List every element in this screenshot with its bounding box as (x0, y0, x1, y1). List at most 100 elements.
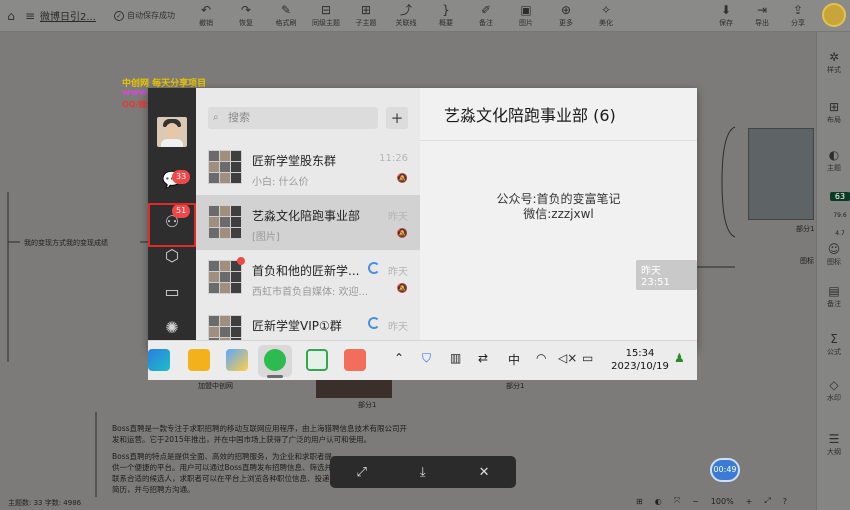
boss-paragraph-1: Boss直聘是一款专注于求职招聘的移动互联网应用程序，由上海猎聘信息技术有限公司… (112, 424, 408, 444)
transfer-icon[interactable]: ⇄ (478, 351, 488, 365)
summary-button[interactable]: } 概要 (426, 2, 466, 28)
more-button[interactable]: ⊕ 更多 (546, 2, 586, 28)
chat-preview: 小白: 什么价 (252, 177, 309, 188)
box-icon[interactable]: ⬡ (148, 246, 196, 265)
search-icon: ⌕ (213, 112, 219, 123)
sidebar-item-label: 公式 (827, 348, 841, 356)
sidebar-item-icon-library[interactable]: ☺ 图标 (817, 242, 850, 267)
message-timestamp: 昨天 23:51 (636, 260, 697, 290)
close-icon[interactable]: ✕ (479, 465, 490, 480)
ime-indicator[interactable]: 中 (508, 351, 520, 368)
beautify-button[interactable]: ✧ 美化 (586, 2, 626, 28)
sidebar-item-formula[interactable]: Σ 公式 (817, 332, 850, 357)
topic-label-part-mid[interactable]: 部分1 (506, 381, 524, 391)
layout-icon: ⊞ (828, 100, 840, 114)
save-button[interactable]: ⬇ 保存 (708, 2, 744, 28)
image-button[interactable]: ▣ 图片 (506, 2, 546, 28)
save-icon: ⬇ (720, 3, 732, 17)
zoom-in-icon[interactable]: + (746, 497, 753, 506)
relation-line-button[interactable]: ⤴ 关联线 (386, 2, 426, 28)
paint-app-icon[interactable] (226, 349, 248, 371)
contacts-highlight-box (148, 203, 196, 247)
topic-label-part-bottom[interactable]: 部分1 (358, 400, 376, 410)
clock-date: 2023/10/19 (611, 361, 669, 372)
share-button[interactable]: ⇪ 分享 (780, 2, 816, 28)
theme-toggle-icon[interactable]: ◐ (655, 497, 662, 506)
chats-unread-badge: 33 (172, 170, 191, 184)
outline-icon: ☰ (828, 432, 840, 446)
side-badge-3: 4.7 (835, 230, 845, 237)
export-icon: ⇥ (756, 3, 768, 17)
grid-icon[interactable]: ⊞ (636, 497, 643, 506)
notes-app-icon[interactable] (188, 349, 210, 371)
speaker-muted-icon[interactable]: ◁× (558, 351, 577, 365)
chat-name: 艺淼文化陪跑事业部 (252, 209, 361, 223)
zoom-level[interactable]: 100% (711, 497, 734, 506)
shield-icon[interactable]: ⛉ (422, 351, 431, 366)
help-icon[interactable]: ? (783, 497, 787, 506)
sibling-topic-button[interactable]: ⊟ 同级主题 (306, 2, 346, 28)
notification-bell-icon[interactable]: ♟ (674, 351, 685, 365)
search-placeholder: 搜索 (228, 111, 250, 124)
recorder-app-icon[interactable] (344, 349, 366, 371)
topic-label-join[interactable]: 加盟中创网 (198, 381, 233, 391)
side-badge-2: 79.6 (833, 212, 847, 219)
menu-icon[interactable]: ≡ (22, 9, 38, 23)
recording-timer[interactable]: 00:49 (710, 458, 740, 482)
image-icon: ▣ (520, 3, 532, 17)
tool-label: 保存 (719, 19, 733, 27)
download-icon[interactable]: ⤓ (420, 465, 426, 480)
topic-image-thumbnail[interactable] (748, 128, 814, 220)
home-icon[interactable]: ⌂ (0, 9, 22, 23)
screen-app-icon[interactable] (306, 349, 328, 371)
side-badge-1: 63 (830, 192, 850, 201)
my-avatar[interactable] (157, 117, 187, 147)
chat-time: 昨天 (388, 322, 408, 333)
sibling-topic-icon: ⊟ (320, 3, 332, 17)
fullscreen-icon[interactable]: ⤢ (356, 465, 366, 480)
folder-icon[interactable]: ▭ (148, 282, 196, 301)
sidebar-item-outline[interactable]: ☰ 大纲 (817, 432, 850, 457)
child-topic-button[interactable]: ⊞ 子主题 (346, 2, 386, 28)
video-watermark: 公众号:首负的变富笔记 微信:zzzjxwl (420, 192, 697, 222)
branch-topic-monetization[interactable]: 我的变现方式我的变现成绩 (24, 238, 108, 248)
note-button[interactable]: ✐ 备注 (466, 2, 506, 28)
sidebar-item-remark[interactable]: ▤ 备注 (817, 284, 850, 309)
theme-icon: ◐ (828, 148, 840, 162)
fit-icon[interactable]: ⤧ (674, 496, 680, 506)
chat-item[interactable]: 首负和他的匠新学... 西虹市首负自媒体: 欢迎... 昨天 🔕 (196, 250, 420, 305)
mute-bell-icon: 🔕 (396, 229, 408, 239)
meter-icon[interactable]: ▥ (450, 351, 461, 365)
sidebar-item-style[interactable]: ✲ 样式 (817, 50, 850, 75)
battery-icon[interactable]: ▭ (582, 351, 593, 365)
chat-name: 首负和他的匠新学... (252, 264, 360, 278)
sidebar-icon-label: 图标 (800, 257, 814, 265)
tool-label: 恢复 (239, 19, 253, 27)
chevron-up-icon[interactable]: ⌃ (394, 351, 404, 365)
add-button[interactable]: + (386, 107, 408, 129)
document-title[interactable]: 微博日引2... (40, 8, 110, 23)
topic-label-part[interactable]: 部分1 (796, 224, 814, 234)
search-input[interactable]: ⌕ 搜索 (208, 107, 378, 129)
undo-button[interactable]: ↶ 撤销 (186, 2, 226, 28)
sidebar-item-layout[interactable]: ⊞ 布局 (817, 100, 850, 125)
wifi-icon[interactable]: ◠ (536, 351, 546, 365)
tool-label: 撤销 (199, 19, 213, 27)
sidebar-item-theme[interactable]: ◐ 主题 (817, 148, 850, 173)
moments-icon[interactable]: ✺ (148, 318, 196, 337)
chat-item[interactable]: 匠新学堂股东群 小白: 什么价 11:26 🔕 (196, 140, 420, 195)
user-avatar[interactable] (822, 3, 846, 27)
browser-app-icon[interactable] (148, 349, 170, 371)
zoom-out-icon[interactable]: − (692, 497, 699, 506)
export-button[interactable]: ⇥ 导出 (744, 2, 780, 28)
clock[interactable]: 15:34 2023/10/19 (610, 347, 670, 373)
boss-paragraph-2: Boss直聘的特点是提供全面、高效的招聘服务，为企业和求职者提供一个便捷的平台。… (112, 452, 333, 494)
undo-icon: ↶ (200, 3, 212, 17)
sidebar-item-watermark[interactable]: ◇ 水印 (817, 378, 850, 403)
wechat-app-icon[interactable] (264, 349, 286, 371)
chat-item[interactable]: 艺淼文化陪跑事业部 [图片] 昨天 🔕 (196, 195, 420, 250)
redo-button[interactable]: ↷ 恢复 (226, 2, 266, 28)
topic-image-thumbnail-bottom[interactable] (316, 380, 392, 398)
format-painter-button[interactable]: ✎ 格式刷 (266, 2, 306, 28)
fullscreen-toggle-icon[interactable]: ⤢ (764, 496, 770, 506)
